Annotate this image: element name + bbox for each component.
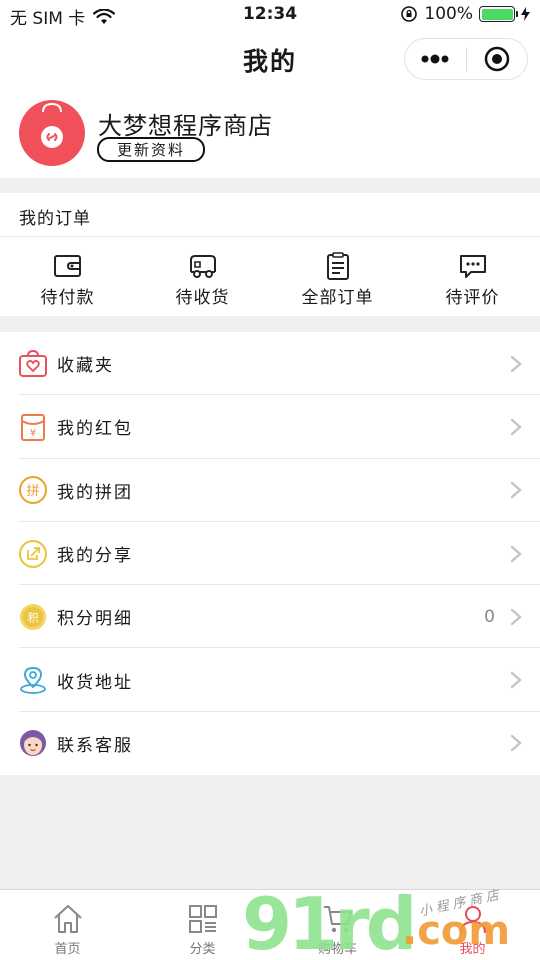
more-dots-icon <box>421 54 449 64</box>
menu-label: 积分明细 <box>57 609 133 630</box>
orders-header[interactable]: 我的订单 <box>0 193 540 237</box>
customer-service-icon <box>20 730 46 757</box>
tab-label: 首页 <box>54 942 81 957</box>
close-button[interactable] <box>467 39 528 79</box>
status-bar: 无 SIM 卡 12:34 100% <box>0 0 540 30</box>
tab-label: 购物车 <box>317 942 357 957</box>
status-right: 100% <box>400 4 530 24</box>
category-icon <box>188 905 217 933</box>
menu-label: 联系客服 <box>57 735 133 756</box>
wallet-icon <box>53 255 81 277</box>
orders-title: 我的订单 <box>19 209 91 229</box>
store-logo-icon <box>33 102 71 156</box>
menu-item-share[interactable]: 我的分享 <box>0 522 540 586</box>
svg-text:积: 积 <box>28 611 39 624</box>
close-target-icon <box>484 46 509 72</box>
orders-row: 待付款 待收货 全部订单 待评价 <box>0 237 540 316</box>
menu-item-group-buy[interactable]: 拼 我的拼团 <box>0 459 540 523</box>
chevron-right-icon <box>510 545 522 562</box>
more-button[interactable] <box>405 39 466 79</box>
chevron-right-icon <box>510 608 522 626</box>
points-value: 0 <box>484 606 495 627</box>
charging-bolt-icon <box>521 7 530 21</box>
mini-program-capsule <box>404 38 528 80</box>
store-name: 大梦想程序商店 <box>98 112 273 140</box>
chevron-right-icon <box>510 482 522 499</box>
battery-icon <box>479 6 518 22</box>
avatar[interactable] <box>19 100 85 166</box>
menu-item-address[interactable]: 收货地址 <box>0 648 540 713</box>
clipboard-icon <box>326 252 349 280</box>
order-all[interactable]: 全部订单 <box>270 237 405 316</box>
heart-bag-icon <box>19 349 47 377</box>
order-pending-receipt[interactable]: 待收货 <box>135 237 270 316</box>
menu-label: 收货地址 <box>57 672 133 693</box>
menu-item-favorites[interactable]: 收藏夹 <box>0 332 540 396</box>
home-icon <box>53 905 82 933</box>
tab-cart[interactable]: 购物车 <box>270 890 405 960</box>
order-label: 待收货 <box>175 288 230 308</box>
menu-list: 收藏夹 ¥ 我的红包 拼 我的拼团 我的分享 积 积分明细 0 收货地址 联系客… <box>0 332 540 776</box>
svg-text:拼: 拼 <box>26 484 39 499</box>
order-pending-payment[interactable]: 待付款 <box>0 237 135 316</box>
battery-fill <box>481 8 513 20</box>
menu-label: 我的分享 <box>57 546 133 567</box>
group-buy-icon: 拼 <box>19 476 47 505</box>
red-envelope-icon: ¥ <box>21 413 45 441</box>
chevron-right-icon <box>510 418 522 436</box>
profile-icon <box>459 906 486 934</box>
truck-icon <box>189 255 216 278</box>
chevron-right-icon <box>510 735 522 752</box>
profile-section: 大梦想程序商店 更新资料 <box>0 88 540 178</box>
edit-profile-button[interactable]: 更新资料 <box>97 137 205 162</box>
menu-label: 收藏夹 <box>57 356 114 377</box>
tab-bar: 首页 分类 购物车 我的 <box>0 889 540 960</box>
menu-item-customer-service[interactable]: 联系客服 <box>0 712 540 775</box>
menu-item-points[interactable]: 积 积分明细 0 <box>0 585 540 649</box>
points-icon: 积 <box>20 603 46 630</box>
battery-percent: 100% <box>424 4 473 24</box>
orientation-lock-icon <box>401 6 418 22</box>
tab-category[interactable]: 分类 <box>135 890 270 960</box>
nav-bar: 我的 <box>0 30 540 88</box>
svg-text:¥: ¥ <box>30 428 36 439</box>
chevron-right-icon <box>510 671 522 689</box>
share-icon <box>19 539 47 568</box>
tab-profile[interactable]: 我的 <box>405 890 540 960</box>
cart-icon <box>323 906 352 933</box>
tab-label: 分类 <box>189 942 216 957</box>
menu-label: 我的红包 <box>57 419 133 440</box>
chevron-right-icon <box>510 355 522 372</box>
menu-item-red-envelope[interactable]: ¥ 我的红包 <box>0 395 540 459</box>
tab-home[interactable]: 首页 <box>0 890 135 960</box>
menu-label: 我的拼团 <box>57 482 133 503</box>
comment-icon <box>459 255 486 278</box>
tab-label: 我的 <box>459 942 486 957</box>
order-label: 待付款 <box>40 288 95 308</box>
order-label: 待评价 <box>445 288 500 308</box>
order-pending-review[interactable]: 待评价 <box>405 237 540 316</box>
location-pin-icon <box>20 667 46 695</box>
order-label: 全部订单 <box>301 288 374 308</box>
